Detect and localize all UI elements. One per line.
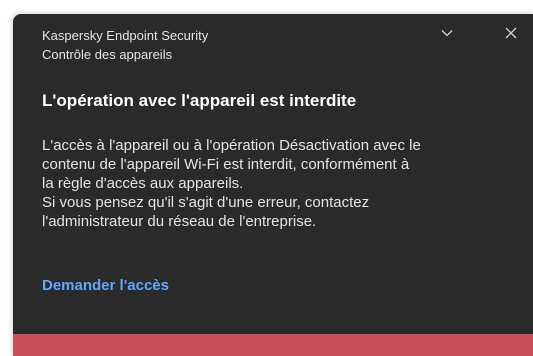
component-name: Contrôle des appareils xyxy=(42,47,173,62)
notification-message: L'accès à l'appareil ou à l'opération Dé… xyxy=(42,136,530,231)
message-line: Si vous pensez qu'il s'agit d'une erreur… xyxy=(42,194,370,211)
close-icon xyxy=(505,27,517,39)
app-name: Kaspersky Endpoint Security xyxy=(42,28,209,43)
notification-header: Kaspersky Endpoint Security Contrôle des… xyxy=(42,26,208,64)
chevron-down-icon xyxy=(441,30,453,37)
message-line: L'accès à l'appareil ou à l'opération Dé… xyxy=(42,137,421,154)
notification-window: Kaspersky Endpoint Security Contrôle des… xyxy=(13,14,533,356)
request-access-link[interactable]: Demander l'accès xyxy=(42,277,169,294)
collapse-button[interactable] xyxy=(436,22,458,44)
severity-bar xyxy=(13,334,533,356)
screen: Kaspersky Endpoint Security Contrôle des… xyxy=(0,0,533,356)
notification-title: L'opération avec l'appareil est interdit… xyxy=(42,91,357,110)
message-line: contenu de l'appareil Wi-Fi est interdit… xyxy=(42,156,410,173)
message-line: la règle d'accès aux appareils. xyxy=(42,175,244,192)
message-line: l'administrateur du réseau de l'entrepri… xyxy=(42,213,317,230)
close-button[interactable] xyxy=(500,22,522,44)
